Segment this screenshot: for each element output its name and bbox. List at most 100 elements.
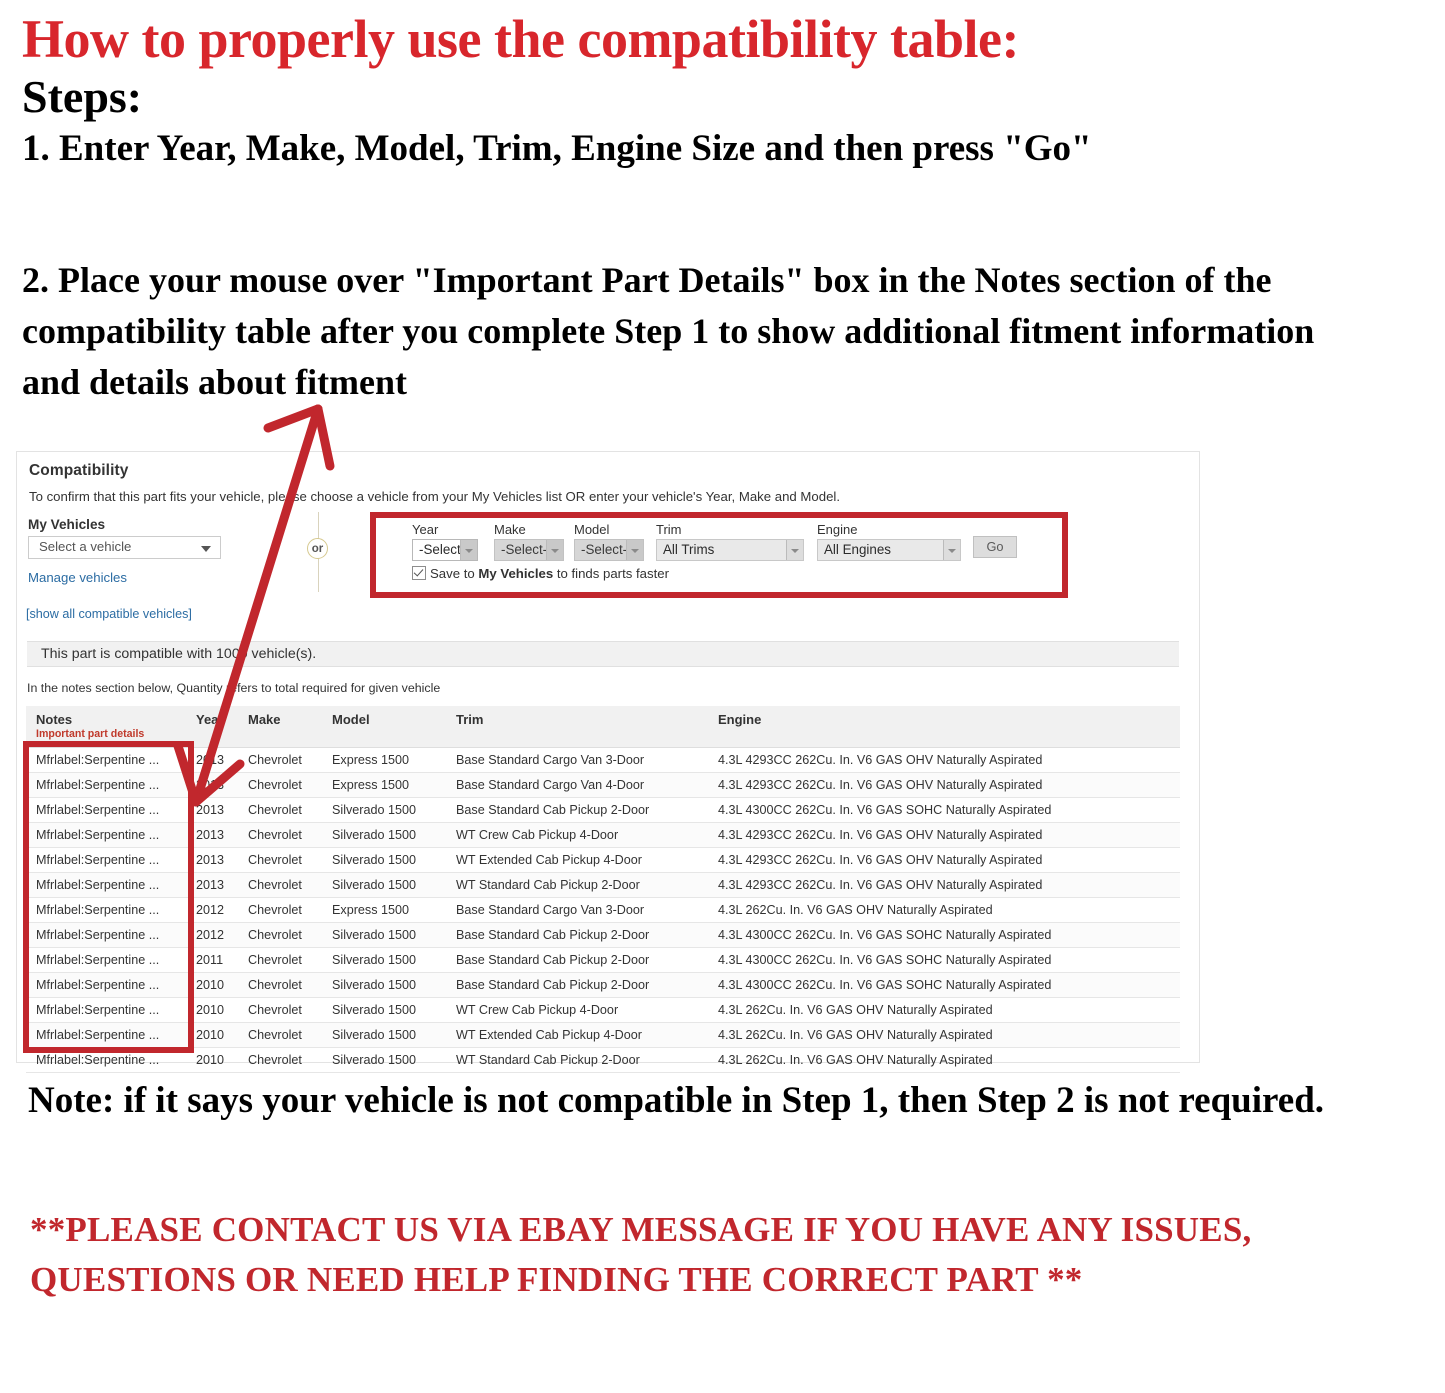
cell-model: Silverado 1500 [322, 822, 446, 848]
cell-model: Silverado 1500 [322, 847, 446, 873]
cell-trim: Base Standard Cab Pickup 2-Door [446, 922, 708, 948]
cell-trim: Base Standard Cab Pickup 2-Door [446, 947, 708, 973]
or-divider: or [304, 512, 332, 592]
cell-year: 2012 [186, 897, 238, 923]
table-row: Mfrlabel:Serpentine ... 2013 Chevrolet Silv… [26, 847, 1180, 873]
cell-make: Chevrolet [238, 922, 322, 948]
column-header-trim: Trim [446, 706, 708, 748]
cell-model: Silverado 1500 [322, 972, 446, 998]
cell-engine: 4.3L 262Cu. In. V6 GAS OHV Naturally Asp… [708, 1047, 1180, 1073]
cell-make: Chevrolet [238, 897, 322, 923]
cell-model: Silverado 1500 [322, 947, 446, 973]
cell-model: Silverado 1500 [322, 922, 446, 948]
cell-engine: 4.3L 4293CC 262Cu. In. V6 GAS OHV Natura… [708, 822, 1180, 848]
cell-year: 2010 [186, 1022, 238, 1048]
cell-notes[interactable]: Mfrlabel:Serpentine ... [26, 872, 186, 898]
cell-trim: WT Extended Cab Pickup 4-Door [446, 1022, 708, 1048]
cell-notes[interactable]: Mfrlabel:Serpentine ... [26, 897, 186, 923]
table-row: Mfrlabel:Serpentine ... 2011 Chevrolet Silv… [26, 947, 1180, 973]
cell-year: 2013 [186, 822, 238, 848]
cell-notes[interactable]: Mfrlabel:Serpentine ... [26, 1047, 186, 1073]
promo-header: How to properly use the compatibility ta… [22, 12, 1422, 169]
cell-make: Chevrolet [238, 797, 322, 823]
steps-label: Steps: [22, 71, 143, 122]
cell-trim: Base Standard Cab Pickup 2-Door [446, 972, 708, 998]
cell-trim: Base Standard Cargo Van 3-Door [446, 747, 708, 773]
cell-year: 2013 [186, 772, 238, 798]
cell-trim: Base Standard Cab Pickup 2-Door [446, 797, 708, 823]
show-all-compatible-vehicles-link[interactable]: [show all compatible vehicles] [26, 607, 192, 621]
cell-model: Silverado 1500 [322, 997, 446, 1023]
cell-trim: WT Standard Cab Pickup 2-Door [446, 1047, 708, 1073]
cell-year: 2012 [186, 922, 238, 948]
compatibility-result-banner: This part is compatible with 1000 vehicl… [27, 641, 1179, 667]
cell-year: 2010 [186, 972, 238, 998]
table-row: Mfrlabel:Serpentine ... 2010 Chevrolet Silv… [26, 1047, 1180, 1073]
cell-engine: 4.3L 4300CC 262Cu. In. V6 GAS SOHC Natur… [708, 797, 1180, 823]
cell-notes[interactable]: Mfrlabel:Serpentine ... [26, 822, 186, 848]
fitment-table-body: Mfrlabel:Serpentine ... 2013 Chevrolet Expr… [26, 747, 1180, 1073]
cell-notes[interactable]: Mfrlabel:Serpentine ... [26, 922, 186, 948]
cell-notes[interactable]: Mfrlabel:Serpentine ... [26, 797, 186, 823]
cell-engine: 4.3L 262Cu. In. V6 GAS OHV Naturally Asp… [708, 897, 1180, 923]
my-vehicles-label: My Vehicles [28, 517, 106, 532]
cell-make: Chevrolet [238, 847, 322, 873]
table-row: Mfrlabel:Serpentine ... 2010 Chevrolet Silv… [26, 972, 1180, 998]
table-row: Mfrlabel:Serpentine ... 2010 Chevrolet Silv… [26, 997, 1180, 1023]
step-1-text: 1. Enter Year, Make, Model, Trim, Engine… [22, 128, 1092, 169]
table-row: Mfrlabel:Serpentine ... 2010 Chevrolet Silv… [26, 1022, 1180, 1048]
cell-trim: WT Standard Cab Pickup 2-Door [446, 872, 708, 898]
page-title: How to properly use the compatibility ta… [22, 9, 1019, 69]
cell-notes[interactable]: Mfrlabel:Serpentine ... [26, 1022, 186, 1048]
column-header-notes-label: Notes [36, 712, 73, 727]
cell-notes[interactable]: Mfrlabel:Serpentine ... [26, 997, 186, 1023]
column-header-make: Make [238, 706, 322, 748]
cell-year: 2010 [186, 997, 238, 1023]
cell-make: Chevrolet [238, 1022, 322, 1048]
cell-notes[interactable]: Mfrlabel:Serpentine ... [26, 972, 186, 998]
step-2-text: 2. Place your mouse over "Important Part… [22, 260, 1315, 403]
table-row: Mfrlabel:Serpentine ... 2012 Chevrolet Silv… [26, 922, 1180, 948]
cell-notes[interactable]: Mfrlabel:Serpentine ... [26, 847, 186, 873]
footer-contact-message: **PLEASE CONTACT US VIA EBAY MESSAGE IF … [30, 1210, 1252, 1300]
table-row: Mfrlabel:Serpentine ... 2013 Chevrolet Expr… [26, 747, 1180, 773]
cell-notes[interactable]: Mfrlabel:Serpentine ... [26, 947, 186, 973]
cell-trim: WT Crew Cab Pickup 4-Door [446, 822, 708, 848]
cell-year: 2011 [186, 947, 238, 973]
important-part-details-label: Important part details [36, 728, 145, 740]
fitment-table: Notes Important part details Year Make M… [26, 706, 1180, 1073]
cell-trim: WT Extended Cab Pickup 4-Door [446, 847, 708, 873]
table-header-row: Notes Important part details Year Make M… [26, 706, 1180, 748]
compatibility-header: Compatibility To confirm that this part … [29, 462, 1189, 504]
cell-year: 2013 [186, 847, 238, 873]
cell-engine: 4.3L 4300CC 262Cu. In. V6 GAS SOHC Natur… [708, 922, 1180, 948]
table-row: Mfrlabel:Serpentine ... 2013 Chevrolet Silv… [26, 872, 1180, 898]
column-header-year: Year [186, 706, 238, 748]
compatibility-title: Compatibility [29, 462, 129, 479]
cell-model: Express 1500 [322, 897, 446, 923]
cell-make: Chevrolet [238, 772, 322, 798]
or-badge-label: or [307, 538, 328, 559]
cell-notes[interactable]: Mfrlabel:Serpentine ... [26, 747, 186, 773]
my-vehicles-selected-value: Select a vehicle [39, 539, 132, 554]
notes-quantity-hint: In the notes section below, Quantity ref… [27, 681, 441, 695]
table-row: Mfrlabel:Serpentine ... 2013 Chevrolet Expr… [26, 772, 1180, 798]
cell-model: Silverado 1500 [322, 1022, 446, 1048]
cell-engine: 4.3L 4300CC 262Cu. In. V6 GAS SOHC Natur… [708, 972, 1180, 998]
table-row: Mfrlabel:Serpentine ... 2013 Chevrolet Silv… [26, 797, 1180, 823]
manage-vehicles-link[interactable]: Manage vehicles [28, 570, 127, 585]
cell-engine: 4.3L 4300CC 262Cu. In. V6 GAS SOHC Natur… [708, 947, 1180, 973]
cell-model: Silverado 1500 [322, 872, 446, 898]
cell-make: Chevrolet [238, 947, 322, 973]
cell-notes[interactable]: Mfrlabel:Serpentine ... [26, 772, 186, 798]
cell-make: Chevrolet [238, 972, 322, 998]
cell-trim: WT Crew Cab Pickup 4-Door [446, 997, 708, 1023]
column-header-notes: Notes Important part details [26, 706, 186, 748]
cell-model: Express 1500 [322, 772, 446, 798]
table-row: Mfrlabel:Serpentine ... 2012 Chevrolet Expr… [26, 897, 1180, 923]
cell-engine: 4.3L 4293CC 262Cu. In. V6 GAS OHV Natura… [708, 772, 1180, 798]
cell-engine: 4.3L 4293CC 262Cu. In. V6 GAS OHV Natura… [708, 847, 1180, 873]
cell-model: Silverado 1500 [322, 1047, 446, 1073]
my-vehicles-select[interactable]: Select a vehicle [28, 536, 221, 559]
cell-make: Chevrolet [238, 822, 322, 848]
